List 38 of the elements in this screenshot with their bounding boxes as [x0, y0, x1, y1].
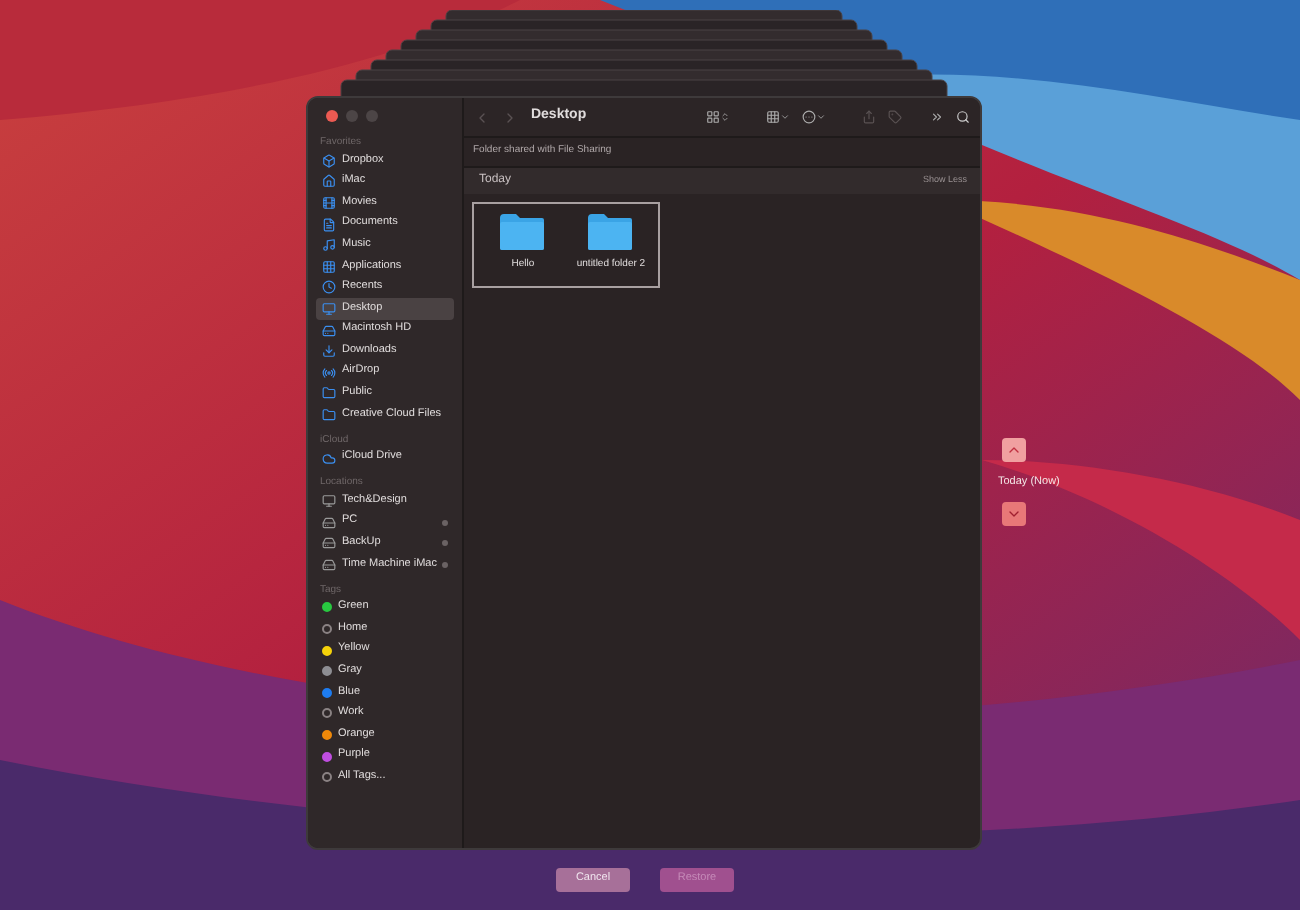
radio-icon — [322, 365, 336, 380]
cloud-icon — [322, 451, 336, 466]
box-icon — [322, 153, 336, 168]
download-icon — [322, 344, 336, 359]
up-down-caret-icon[interactable] — [720, 112, 731, 122]
caret-icon[interactable] — [816, 112, 827, 122]
clock-icon — [322, 280, 336, 295]
scroll-up-button[interactable] — [1002, 438, 1026, 462]
folder-icon — [322, 386, 336, 401]
house-icon — [322, 174, 336, 189]
tag-outline-icon — [322, 772, 332, 783]
eject-icon[interactable] — [442, 561, 449, 568]
chevron-up-icon — [1006, 442, 1022, 458]
more-icon[interactable] — [930, 110, 945, 124]
eject-icon[interactable] — [442, 540, 449, 547]
tag-outline-icon — [322, 708, 332, 719]
close-button[interactable] — [326, 110, 338, 122]
music-icon — [322, 238, 336, 253]
tag-icon[interactable] — [888, 110, 903, 124]
folder-icon — [586, 213, 635, 249]
display-icon — [322, 494, 336, 509]
action-icon[interactable] — [802, 110, 817, 124]
share-icon[interactable] — [862, 110, 877, 124]
folder-icon — [322, 407, 336, 422]
minimize-button[interactable] — [346, 110, 358, 122]
grid-icon — [322, 259, 336, 274]
tag-outline-icon — [322, 624, 332, 635]
eject-icon[interactable] — [442, 519, 449, 526]
display-icon — [322, 301, 336, 316]
scroll-down-button[interactable] — [1002, 502, 1026, 527]
folder-icon — [498, 213, 547, 249]
icon-view-icon[interactable] — [706, 110, 721, 124]
document-icon — [322, 217, 336, 232]
caret-icon[interactable] — [780, 112, 791, 122]
search-icon[interactable] — [956, 110, 971, 124]
group-icon[interactable] — [766, 110, 781, 124]
film-icon — [322, 195, 336, 210]
zoom-button[interactable] — [366, 110, 378, 122]
